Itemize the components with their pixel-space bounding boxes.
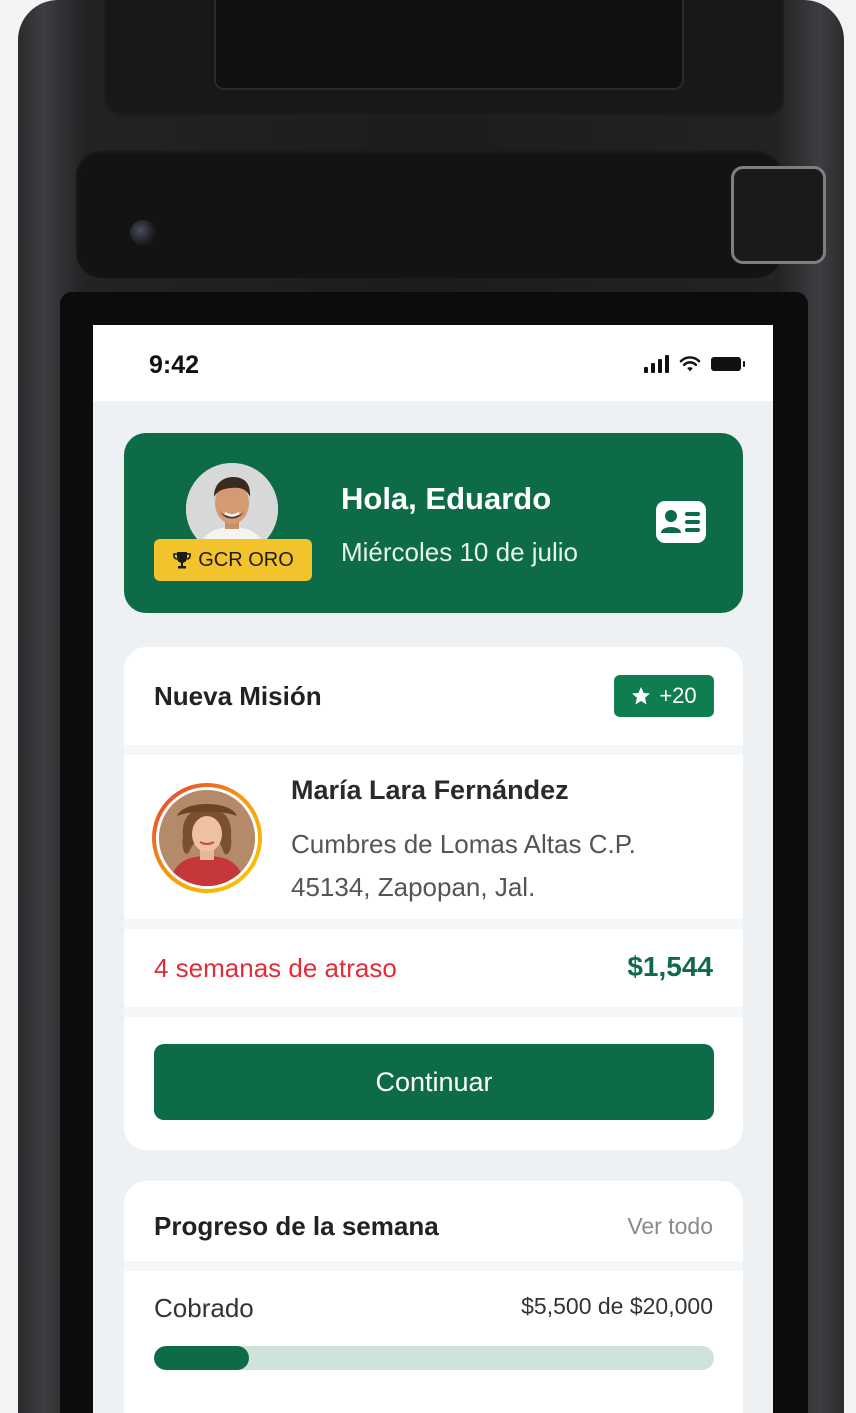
amount-due: $1,544 <box>627 951 713 982</box>
new-mission-card: Nueva Misión +20 María Lara Fernández Cu… <box>124 647 743 1150</box>
continue-button[interactable]: Continuar <box>154 1044 714 1120</box>
collected-progress-bar <box>154 1346 714 1370</box>
client-avatar <box>152 783 262 893</box>
signal-icon <box>644 355 669 373</box>
section-divider <box>124 1261 743 1271</box>
app-screen: 9:42 GCR ORO Hola, Eduardo Miércoles 10 … <box>93 325 773 1413</box>
section-divider <box>124 745 743 755</box>
progress-title: Progreso de la semana <box>154 1211 439 1241</box>
current-date: Miércoles 10 de julio <box>341 537 579 567</box>
id-card-icon[interactable] <box>654 499 708 545</box>
camera-lens-icon <box>130 220 156 246</box>
battery-icon <box>711 357 745 371</box>
weekly-progress-card: Progreso de la semana Ver todo Cobrado $… <box>124 1181 743 1413</box>
rank-badge: GCR ORO <box>154 539 312 581</box>
status-bar: 9:42 <box>93 325 773 401</box>
scanner-window <box>731 166 826 264</box>
collected-progress-fill <box>154 1346 250 1370</box>
wifi-icon <box>679 356 701 372</box>
points-value: +20 <box>659 683 697 708</box>
status-icons <box>644 355 745 373</box>
status-time: 9:42 <box>149 351 200 379</box>
user-header-card: GCR ORO Hola, Eduardo Miércoles 10 de ju… <box>124 433 743 613</box>
star-icon <box>632 687 651 705</box>
greeting-title: Hola, Eduardo <box>341 481 552 516</box>
points-badge: +20 <box>614 675 714 717</box>
collected-value: $5,500 de $20,000 <box>521 1293 713 1319</box>
client-address: Cumbres de Lomas Altas C.P. 45134, Zapop… <box>291 829 636 902</box>
trophy-icon <box>173 552 192 569</box>
collected-label: Cobrado <box>154 1293 254 1323</box>
mission-title: Nueva Misión <box>154 681 322 711</box>
client-name: María Lara Fernández <box>291 775 569 805</box>
camera-bar <box>76 150 826 278</box>
avatar-woman-image <box>159 790 255 886</box>
paper-outlet <box>214 0 684 90</box>
rank-badge-label: GCR ORO <box>198 548 294 571</box>
see-all-link[interactable]: Ver todo <box>627 1213 713 1240</box>
section-divider <box>124 1007 743 1017</box>
printer-slot <box>104 0 784 118</box>
section-divider <box>124 919 743 929</box>
overdue-status: 4 semanas de atraso <box>154 953 397 983</box>
